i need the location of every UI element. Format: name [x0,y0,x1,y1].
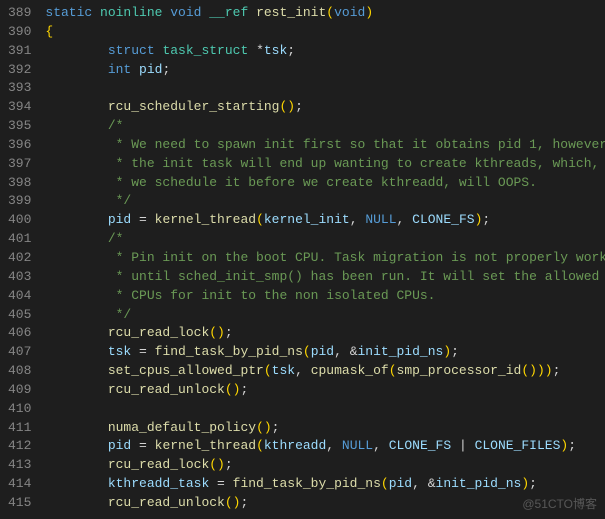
code-line: rcu_read_lock(); [45,324,605,343]
line-number: 398 [8,174,31,193]
code-line: /* [45,230,605,249]
code-line: rcu_read_lock(); [45,456,605,475]
code-line: struct task_struct *tsk; [45,42,605,61]
line-number: 408 [8,362,31,381]
code-line: numa_default_policy(); [45,419,605,438]
code-line: rcu_read_unlock(); [45,494,605,513]
line-number: 407 [8,343,31,362]
line-number: 399 [8,192,31,211]
line-number: 413 [8,456,31,475]
code-content[interactable]: static noinline void __ref rest_init(voi… [45,0,605,517]
line-number: 412 [8,437,31,456]
code-line: */ [45,192,605,211]
line-number: 392 [8,61,31,80]
line-number-gutter: 3893903913923933943953963973983994004014… [0,0,45,517]
code-line: rcu_scheduler_starting(); [45,98,605,117]
line-number: 395 [8,117,31,136]
code-line: * until sched_init_smp() has been run. I… [45,268,605,287]
line-number: 411 [8,419,31,438]
code-line: set_cpus_allowed_ptr(tsk, cpumask_of(smp… [45,362,605,381]
code-line: * CPUs for init to the non isolated CPUs… [45,287,605,306]
code-line: rcu_read_unlock(); [45,381,605,400]
line-number: 400 [8,211,31,230]
line-number: 414 [8,475,31,494]
code-editor: 3893903913923933943953963973983994004014… [0,0,605,517]
code-line: * We need to spawn init first so that it… [45,136,605,155]
code-line: int pid; [45,61,605,80]
code-line [45,79,605,98]
line-number: 401 [8,230,31,249]
code-line: tsk = find_task_by_pid_ns(pid, &init_pid… [45,343,605,362]
line-number: 396 [8,136,31,155]
watermark: @51CTO博客 [522,496,597,513]
line-number: 405 [8,306,31,325]
code-line: */ [45,306,605,325]
line-number: 391 [8,42,31,61]
line-number: 410 [8,400,31,419]
code-line [45,400,605,419]
code-line: pid = kernel_thread(kernel_init, NULL, C… [45,211,605,230]
line-number: 404 [8,287,31,306]
code-line: { [45,23,605,42]
line-number: 389 [8,4,31,23]
line-number: 402 [8,249,31,268]
code-line: kthreadd_task = find_task_by_pid_ns(pid,… [45,475,605,494]
line-number: 394 [8,98,31,117]
line-number: 390 [8,23,31,42]
code-line: pid = kernel_thread(kthreadd, NULL, CLON… [45,437,605,456]
code-line: * the init task will end up wanting to c… [45,155,605,174]
code-line: static noinline void __ref rest_init(voi… [45,4,605,23]
line-number: 406 [8,324,31,343]
code-line: /* [45,117,605,136]
code-line: * we schedule it before we create kthrea… [45,174,605,193]
line-number: 403 [8,268,31,287]
line-number: 409 [8,381,31,400]
code-line: * Pin init on the boot CPU. Task migrati… [45,249,605,268]
line-number: 393 [8,79,31,98]
line-number: 397 [8,155,31,174]
line-number: 415 [8,494,31,513]
